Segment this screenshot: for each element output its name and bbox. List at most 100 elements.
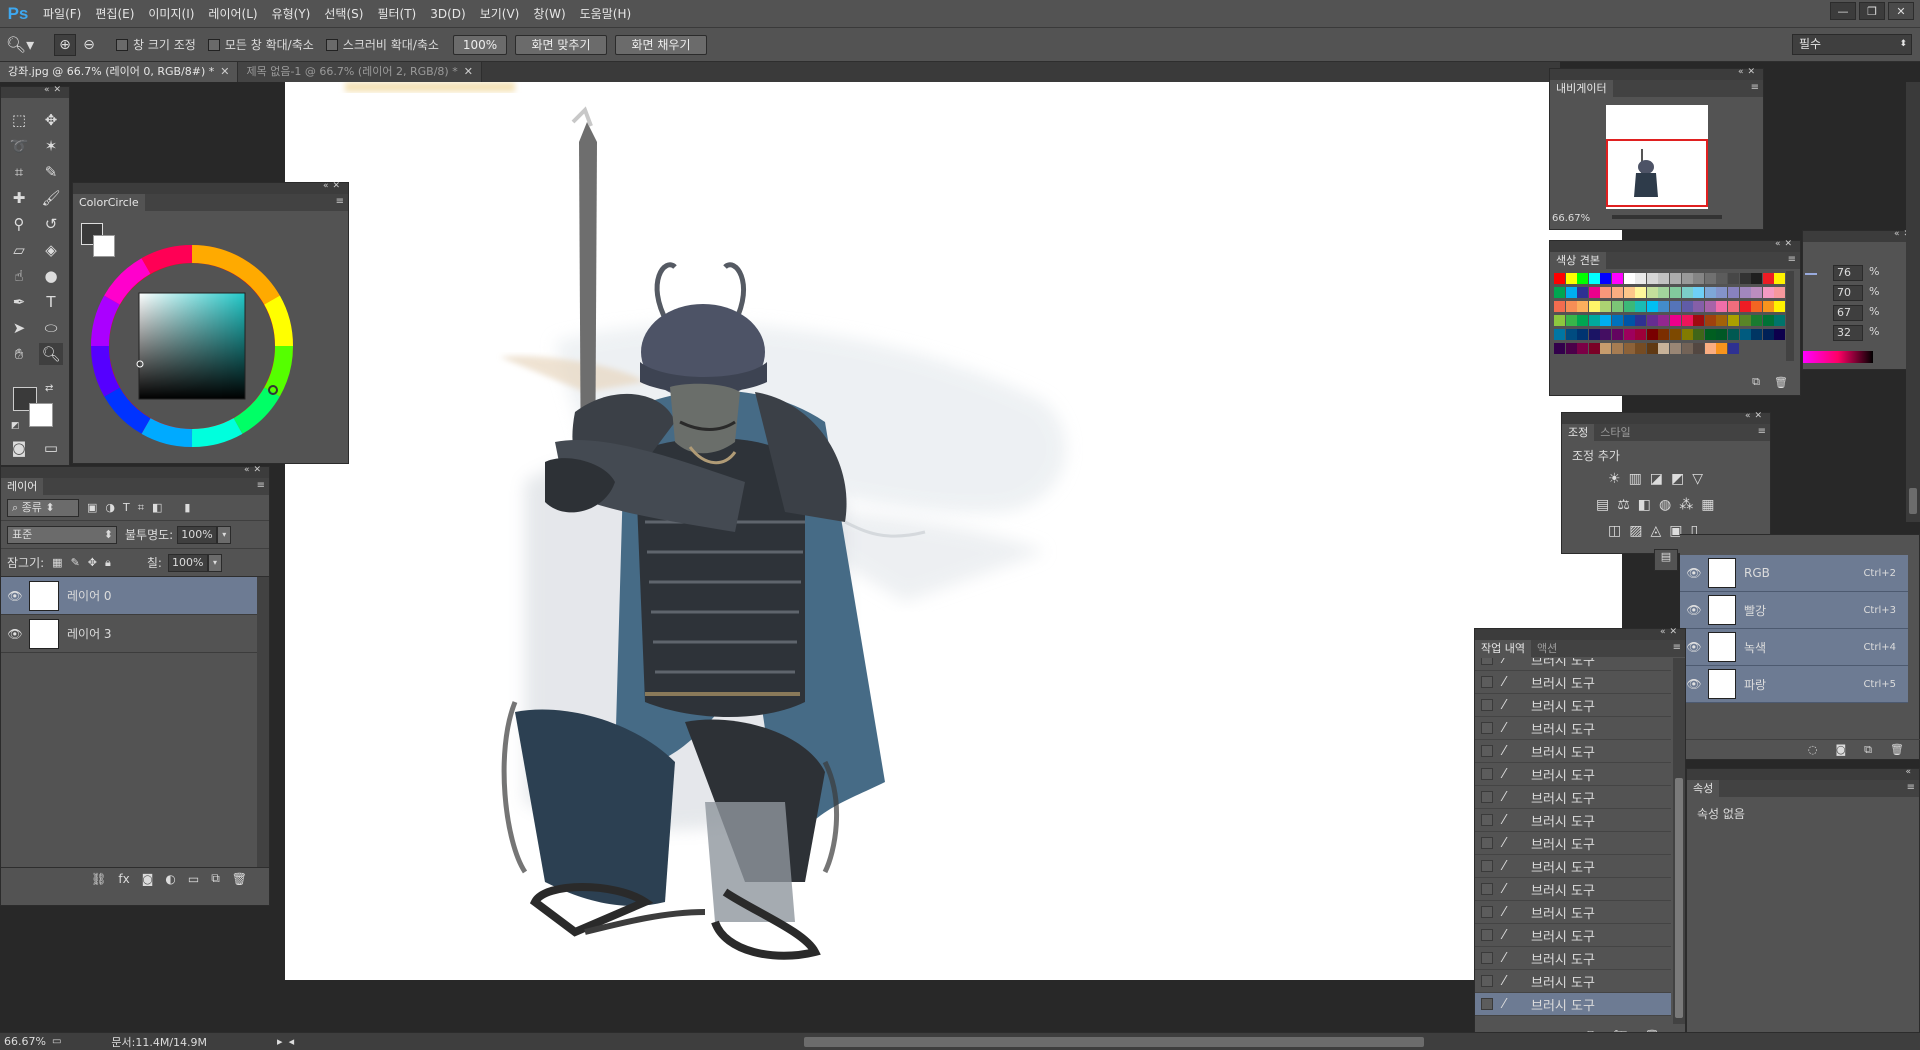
color-swatch[interactable] <box>1600 343 1612 354</box>
color-swatch[interactable] <box>1704 273 1716 284</box>
history-checkbox[interactable] <box>1481 768 1493 780</box>
color-swatch[interactable] <box>1693 315 1705 326</box>
status-menu-arrow[interactable]: ▸ <box>277 1035 283 1048</box>
history-checkbox[interactable] <box>1481 814 1493 826</box>
canvas-vertical-scrollbar[interactable] <box>1906 82 1920 522</box>
menu-view[interactable]: 보기(V) <box>473 0 527 28</box>
color-swatch[interactable] <box>1762 287 1774 298</box>
color-swatch[interactable] <box>1728 273 1739 284</box>
vibrance-icon[interactable]: ▽ <box>1692 471 1703 487</box>
brush-tool-icon[interactable]: 🖌︎ <box>39 187 63 209</box>
workspace-select[interactable]: 필수 ⬍ <box>1792 34 1912 55</box>
color-swatch[interactable] <box>1774 287 1786 298</box>
color-swatch[interactable] <box>1635 315 1647 326</box>
color-swatch[interactable] <box>1565 315 1577 326</box>
color-swatch[interactable] <box>1612 301 1623 312</box>
color-swatch[interactable] <box>1751 315 1763 326</box>
color-swatch[interactable] <box>1623 273 1635 284</box>
tab-document-1[interactable]: 강좌.jpg @ 66.7% (레이어 0, RGB/8#) * ✕ <box>0 62 239 82</box>
color-swatch[interactable] <box>1612 315 1623 326</box>
zoom-in-icon[interactable]: ⊕ <box>54 33 76 56</box>
color-swatch[interactable] <box>1774 329 1786 340</box>
posterize-icon[interactable]: ▨ <box>1629 523 1642 539</box>
color-swatch[interactable] <box>1646 329 1658 340</box>
blend-mode-select[interactable]: 표준 ⬍ <box>7 525 117 544</box>
history-item[interactable]: ⁄ 브러시 도구 <box>1475 855 1671 878</box>
color-swatch[interactable] <box>1681 273 1693 284</box>
minimize-button[interactable]: — <box>1830 2 1856 20</box>
magenta-input[interactable]: 70 <box>1833 285 1863 301</box>
color-swatch[interactable] <box>1623 315 1635 326</box>
color-swatch[interactable] <box>1658 343 1670 354</box>
history-item[interactable]: ⁄ 브러시 도구 <box>1475 878 1671 901</box>
color-swatch[interactable] <box>1565 273 1577 284</box>
color-swatch[interactable] <box>1600 315 1612 326</box>
black-white-icon[interactable]: ◧ <box>1638 497 1651 513</box>
history-item[interactable]: ⁄ 브러시 도구 <box>1475 924 1671 947</box>
color-balance-icon[interactable]: ⚖︎ <box>1617 497 1630 513</box>
color-swatch[interactable] <box>1646 343 1658 354</box>
color-swatch[interactable] <box>1751 301 1763 312</box>
collapse-icon[interactable]: «✕ <box>1660 627 1681 637</box>
color-swatch[interactable] <box>1588 343 1600 354</box>
fill-input[interactable]: 100% <box>167 553 208 572</box>
menu-edit[interactable]: 편집(E) <box>88 0 141 28</box>
crop-tool-icon[interactable]: ⌗ <box>7 161 31 183</box>
photo-filter-icon[interactable]: ◍ <box>1659 497 1671 513</box>
history-item[interactable]: ⁄ 브러시 도구 <box>1475 809 1671 832</box>
eye-icon[interactable]: 👁︎ <box>1 589 29 603</box>
smudge-tool-icon[interactable]: ☝︎ <box>7 265 31 287</box>
history-item[interactable]: ⁄ 브러시 도구 <box>1475 901 1671 924</box>
collapse-icon[interactable]: «✕ <box>1738 67 1759 77</box>
history-checkbox[interactable] <box>1481 722 1493 734</box>
link-icon[interactable]: ⛓︎ <box>91 872 106 886</box>
menu-3d[interactable]: 3D(D) <box>423 0 472 28</box>
color-swatch[interactable] <box>1716 301 1728 312</box>
history-item[interactable]: ⁄ 브러시 도구 <box>1475 694 1671 717</box>
color-swatch[interactable] <box>1681 287 1693 298</box>
history-checkbox[interactable] <box>1481 929 1493 941</box>
color-swatch[interactable] <box>1762 273 1774 284</box>
history-item[interactable]: ⁄ 브러시 도구 <box>1475 993 1671 1016</box>
close-button[interactable]: ✕ <box>1888 2 1914 20</box>
layers-scrollbar[interactable] <box>257 577 269 867</box>
color-swatch[interactable] <box>1774 273 1786 284</box>
panel-menu-icon[interactable]: ≡ <box>1758 426 1766 437</box>
history-checkbox[interactable] <box>1481 658 1493 665</box>
swatch-grid[interactable] <box>1554 273 1788 359</box>
color-swatch[interactable] <box>1646 315 1658 326</box>
color-swatch[interactable] <box>1646 287 1658 298</box>
color-swatch[interactable] <box>1612 273 1623 284</box>
panel-menu-icon[interactable]: ≡ <box>1673 642 1681 653</box>
tab-swatches[interactable]: 색상 견본 <box>1550 252 1606 269</box>
pen-tool-icon[interactable]: ✒︎ <box>7 291 31 313</box>
path-select-icon[interactable]: ➤ <box>7 317 31 339</box>
history-item[interactable]: ⁄ 브러시 도구 <box>1475 658 1671 671</box>
color-swatch[interactable] <box>1728 315 1739 326</box>
color-swatch[interactable] <box>1658 329 1670 340</box>
zoom-100-button[interactable]: 100% <box>452 34 507 55</box>
color-swatch[interactable] <box>1716 329 1728 340</box>
lock-paint-icon[interactable]: ✎ <box>71 556 80 569</box>
color-swatch[interactable] <box>1716 343 1728 354</box>
color-swatch[interactable] <box>1762 301 1774 312</box>
color-swatch[interactable] <box>1693 343 1705 354</box>
color-swatch[interactable] <box>1554 301 1565 312</box>
ellipse-tool-icon[interactable]: ⬭ <box>39 317 63 339</box>
lasso-tool-icon[interactable]: ➰ <box>7 135 31 157</box>
color-swatch[interactable] <box>1565 329 1577 340</box>
color-swatch[interactable] <box>1658 301 1670 312</box>
menu-image[interactable]: 이미지(I) <box>141 0 201 28</box>
color-swatch[interactable] <box>1681 343 1693 354</box>
panel-menu-icon[interactable]: ≡ <box>257 480 265 491</box>
color-swatch[interactable] <box>1670 273 1681 284</box>
color-swatch[interactable] <box>1612 287 1623 298</box>
color-swatch[interactable] <box>1565 301 1577 312</box>
channel-row[interactable]: 👁︎ 빨강 Ctrl+3 <box>1680 592 1908 629</box>
navigator-preview[interactable] <box>1606 105 1708 209</box>
panel-menu-icon[interactable]: ≡ <box>1751 82 1759 93</box>
color-swatch[interactable] <box>1716 315 1728 326</box>
color-swatch[interactable] <box>1554 329 1565 340</box>
color-swatch[interactable] <box>1623 329 1635 340</box>
color-swatch[interactable] <box>1577 273 1589 284</box>
